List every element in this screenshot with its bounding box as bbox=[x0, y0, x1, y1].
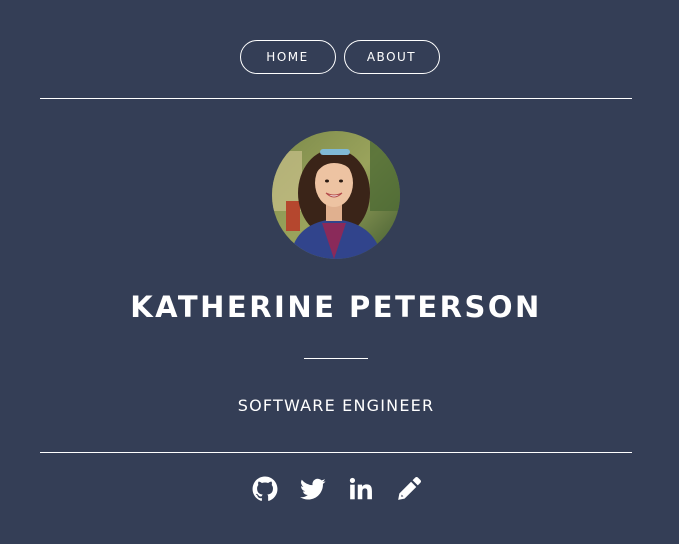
top-nav: HOME ABOUT bbox=[0, 40, 679, 74]
blog-link[interactable] bbox=[396, 476, 422, 502]
bottom-divider bbox=[40, 452, 632, 453]
page: HOME ABOUT KATHERINE PETERSON SOFTWARE E… bbox=[0, 0, 679, 544]
twitter-link[interactable] bbox=[299, 476, 326, 502]
profile-role: SOFTWARE ENGINEER bbox=[237, 396, 435, 415]
github-icon bbox=[252, 476, 277, 501]
linkedin-link[interactable] bbox=[348, 476, 374, 502]
github-link[interactable] bbox=[252, 476, 278, 502]
profile-name: KATHERINE PETERSON bbox=[130, 290, 542, 324]
name-divider bbox=[304, 358, 368, 359]
linkedin-icon bbox=[349, 477, 372, 500]
nav-about-button[interactable]: ABOUT bbox=[343, 40, 440, 74]
avatar bbox=[272, 131, 400, 259]
social-links bbox=[0, 476, 679, 502]
nav-home-button[interactable]: HOME bbox=[239, 40, 336, 74]
top-divider bbox=[40, 98, 632, 99]
twitter-icon bbox=[299, 478, 326, 500]
pencil-icon bbox=[397, 477, 421, 500]
